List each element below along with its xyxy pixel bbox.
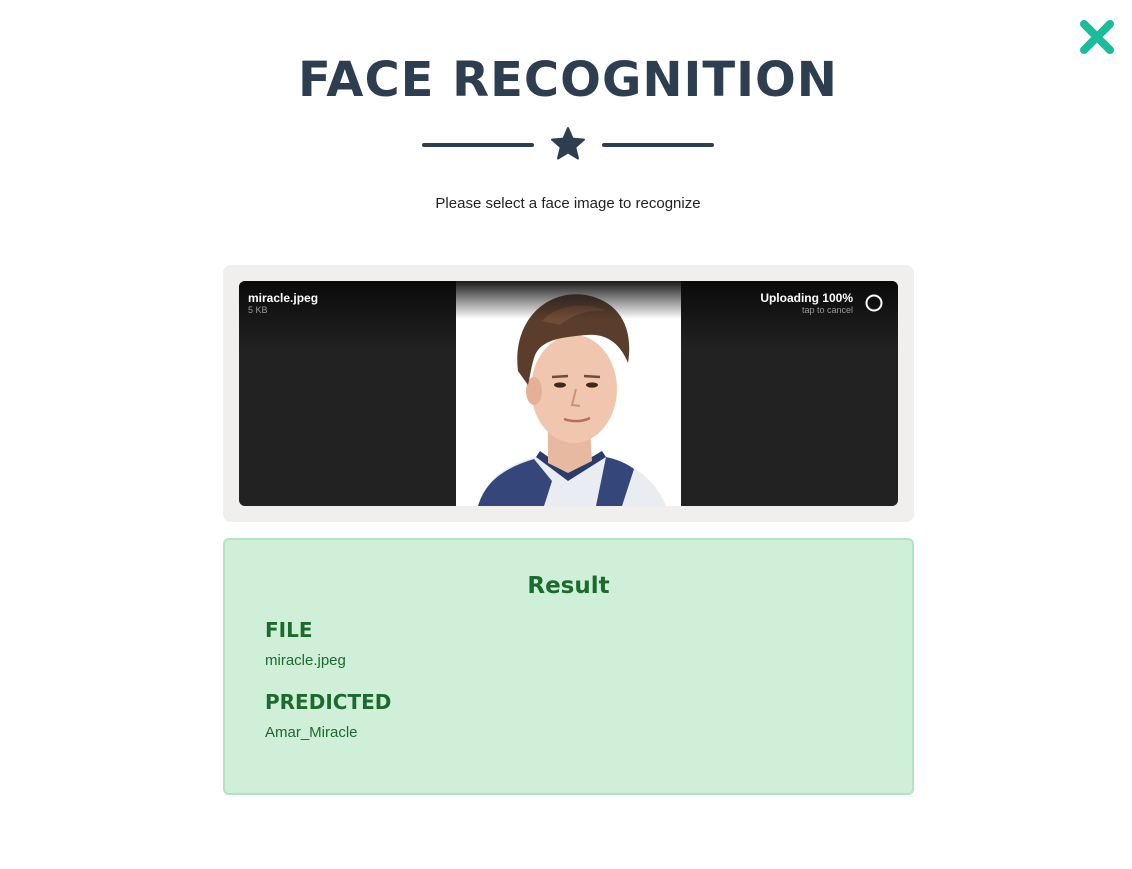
result-title: Result [527, 573, 610, 599]
close-button[interactable] [1078, 18, 1116, 56]
progress-ring-icon[interactable] [865, 294, 883, 312]
face-photo [456, 281, 681, 506]
close-icon [1080, 20, 1114, 54]
divider-line-left [422, 143, 534, 147]
star-icon [551, 127, 585, 160]
file-value: miracle.jpeg [265, 652, 346, 669]
instruction-text: Please select a face image to recognize [435, 195, 701, 212]
upload-status: Uploading 100% [760, 291, 853, 305]
upload-item: miracle.jpeg 5 KB Uploading 100% tap to … [239, 281, 898, 506]
predicted-value: Amar_Miracle [265, 724, 358, 741]
title-divider [422, 126, 714, 162]
upload-file-name: miracle.jpeg [248, 291, 319, 305]
image-preview [456, 281, 681, 506]
predicted-label: PREDICTED [265, 690, 392, 714]
upload-file-size: 5 KB [248, 305, 268, 315]
file-label: FILE [265, 618, 313, 642]
result-panel: Result FILE miracle.jpeg PREDICTED Amar_… [223, 538, 914, 795]
divider-line-right [602, 143, 714, 147]
cancel-hint[interactable]: tap to cancel [802, 305, 853, 315]
upload-dropzone[interactable]: miracle.jpeg 5 KB Uploading 100% tap to … [223, 265, 914, 522]
page-title: FACE RECOGNITION [298, 52, 838, 108]
